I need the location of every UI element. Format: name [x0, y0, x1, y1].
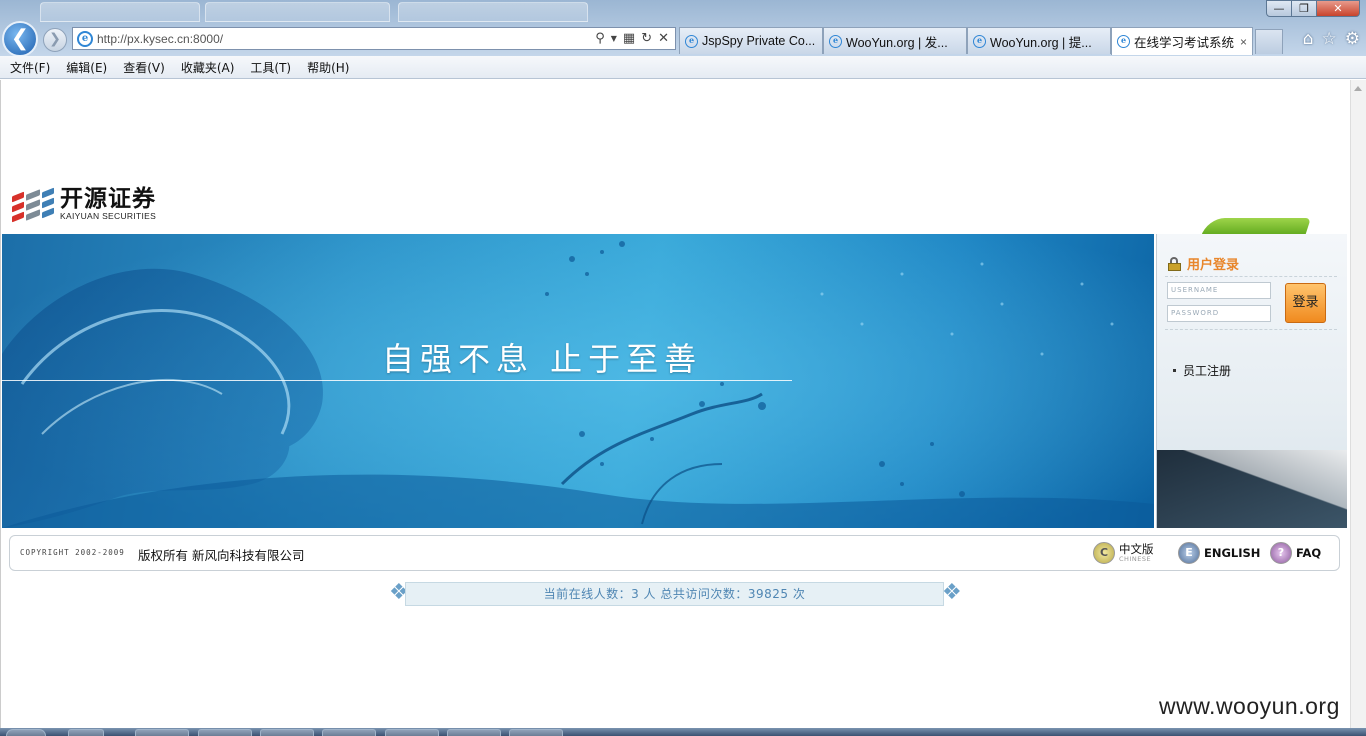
- address-bar[interactable]: e http://px.kysec.cn:8000/ ⚲ ▼ ▦ ↻ ✕: [72, 27, 676, 50]
- visitor-stats-text: 当前在线人数：3 人 总共访问次数：39825 次: [543, 587, 806, 601]
- chinese-c-icon: C: [1093, 542, 1115, 564]
- close-window-button[interactable]: ✕: [1316, 0, 1360, 17]
- register-link-item[interactable]: 员工注册: [1173, 362, 1231, 379]
- taskbar-item[interactable]: [198, 729, 252, 736]
- english-e-icon: E: [1178, 542, 1200, 564]
- password-input[interactable]: PASSWORD: [1167, 305, 1271, 322]
- close-tab-icon[interactable]: ×: [1240, 35, 1247, 49]
- back-icon[interactable]: ❮: [2, 21, 38, 57]
- menu-view[interactable]: 查看(V): [123, 59, 165, 76]
- address-tools: ⚲ ▼ ▦ ↻ ✕: [595, 31, 675, 47]
- menu-file[interactable]: 文件(F): [10, 59, 50, 76]
- visitor-stats-bar: ❖ ❖ 当前在线人数：3 人 总共访问次数：39825 次: [389, 579, 962, 609]
- ie-icon: e: [1117, 35, 1130, 48]
- browser-tools: ⌂ ☆ ⚙: [1303, 29, 1360, 49]
- address-url[interactable]: http://px.kysec.cn:8000/: [97, 32, 595, 46]
- login-panel-decoration: [1157, 450, 1347, 528]
- faq-label: FAQ: [1296, 546, 1322, 560]
- gear-icon[interactable]: ⚙: [1345, 29, 1360, 49]
- taskbar-item[interactable]: [322, 729, 376, 736]
- tab-jspspy[interactable]: e JspSpy Private Co...: [679, 27, 823, 54]
- dropdown-icon[interactable]: ▼: [611, 31, 617, 47]
- company-logo: 开源证券 KAIYUAN SECURITIES: [12, 186, 157, 223]
- menu-edit[interactable]: 编辑(E): [66, 59, 107, 76]
- hero-banner: [2, 234, 1154, 528]
- tab-label: JspSpy Private Co...: [702, 34, 816, 48]
- maximize-button[interactable]: ❐: [1291, 0, 1317, 17]
- ie-icon: e: [829, 34, 842, 48]
- tab-exam-system[interactable]: e 在线学习考试系统 ×: [1111, 27, 1253, 55]
- taskbar-item[interactable]: [135, 729, 189, 736]
- taskbar-item[interactable]: [68, 729, 104, 736]
- taskbar-item[interactable]: [385, 729, 439, 736]
- bullet-icon: [1173, 369, 1176, 372]
- menu-favorites[interactable]: 收藏夹(A): [181, 59, 235, 76]
- new-tab-button[interactable]: [1255, 29, 1283, 54]
- chinese-version-link[interactable]: C 中文版 CHINESE: [1093, 542, 1154, 564]
- background-window-tab: [398, 2, 588, 22]
- refresh-icon[interactable]: ↻: [641, 31, 652, 47]
- ie-icon: e: [77, 30, 93, 47]
- register-link[interactable]: 员工注册: [1183, 362, 1231, 379]
- copyright-cn: 版权所有 新风向科技有限公司: [138, 548, 305, 563]
- logo-name-en: KAIYUAN SECURITIES: [60, 211, 157, 221]
- menu-help[interactable]: 帮助(H): [307, 59, 349, 76]
- copyright-en: COPYRIGHT 2002-2009: [20, 548, 125, 557]
- menu-bar: 文件(F) 编辑(E) 查看(V) 收藏夹(A) 工具(T) 帮助(H): [0, 56, 1366, 79]
- vertical-scrollbar[interactable]: [1350, 80, 1366, 728]
- login-title: 用户登录: [1187, 258, 1240, 273]
- lock-icon: [1167, 257, 1183, 271]
- forward-icon[interactable]: ❯: [43, 28, 67, 52]
- background-window-tab: [40, 2, 200, 22]
- window-controls: — ❐ ✕: [1266, 0, 1360, 17]
- english-label: ENGLISH: [1204, 546, 1261, 560]
- tab-wooyun-1[interactable]: e WooYun.org | 发...: [823, 27, 967, 54]
- banner-divider-line: [2, 380, 792, 381]
- tab-wooyun-2[interactable]: e WooYun.org | 提...: [967, 27, 1111, 54]
- faq-question-icon: ?: [1270, 542, 1292, 564]
- login-header: 用户登录: [1167, 254, 1239, 273]
- login-button[interactable]: 登录: [1285, 283, 1326, 323]
- home-icon[interactable]: ⌂: [1303, 29, 1314, 49]
- favorites-star-icon[interactable]: ☆: [1322, 29, 1337, 49]
- footer-bar: COPYRIGHT 2002-2009 版权所有 新风向科技有限公司 C 中文版…: [9, 535, 1340, 571]
- taskbar-item[interactable]: [260, 729, 314, 736]
- logo-name-cn: 开源证券: [60, 186, 156, 212]
- background-window-tab: [205, 2, 390, 22]
- login-panel: 用户登录 USERNAME PASSWORD 登录 员工注册: [1156, 234, 1347, 528]
- taskbar-item[interactable]: [509, 729, 563, 736]
- compatibility-icon[interactable]: ▦: [623, 31, 635, 47]
- username-input[interactable]: USERNAME: [1167, 282, 1271, 299]
- start-button[interactable]: [6, 729, 46, 736]
- tab-label: 在线学习考试系统: [1134, 36, 1235, 50]
- chinese-label: 中文版: [1119, 542, 1154, 556]
- minimize-button[interactable]: —: [1266, 0, 1292, 17]
- browser-tabs: e JspSpy Private Co... e WooYun.org | 发.…: [679, 27, 1283, 55]
- divider: [1165, 329, 1337, 330]
- tab-label: WooYun.org | 发...: [846, 35, 948, 50]
- divider: [1165, 276, 1337, 277]
- menu-tools[interactable]: 工具(T): [250, 59, 291, 76]
- tab-label: WooYun.org | 提...: [990, 35, 1092, 50]
- scroll-up-arrow-icon[interactable]: [1354, 86, 1362, 91]
- taskbar-item[interactable]: [447, 729, 501, 736]
- banner-slogan: 自强不息 止于至善: [382, 340, 703, 378]
- watermark: www.wooyun.org: [1159, 693, 1340, 719]
- stop-icon[interactable]: ✕: [658, 31, 669, 47]
- ie-icon: e: [973, 34, 986, 48]
- search-icon[interactable]: ⚲: [595, 31, 605, 47]
- ie-icon: e: [685, 34, 698, 48]
- faq-link[interactable]: ? FAQ: [1270, 542, 1321, 564]
- english-version-link[interactable]: E ENGLISH: [1178, 542, 1260, 564]
- chinese-sublabel: CHINESE: [1119, 555, 1152, 563]
- logo-mark-icon: [12, 186, 56, 223]
- water-splash-image: [2, 234, 1154, 528]
